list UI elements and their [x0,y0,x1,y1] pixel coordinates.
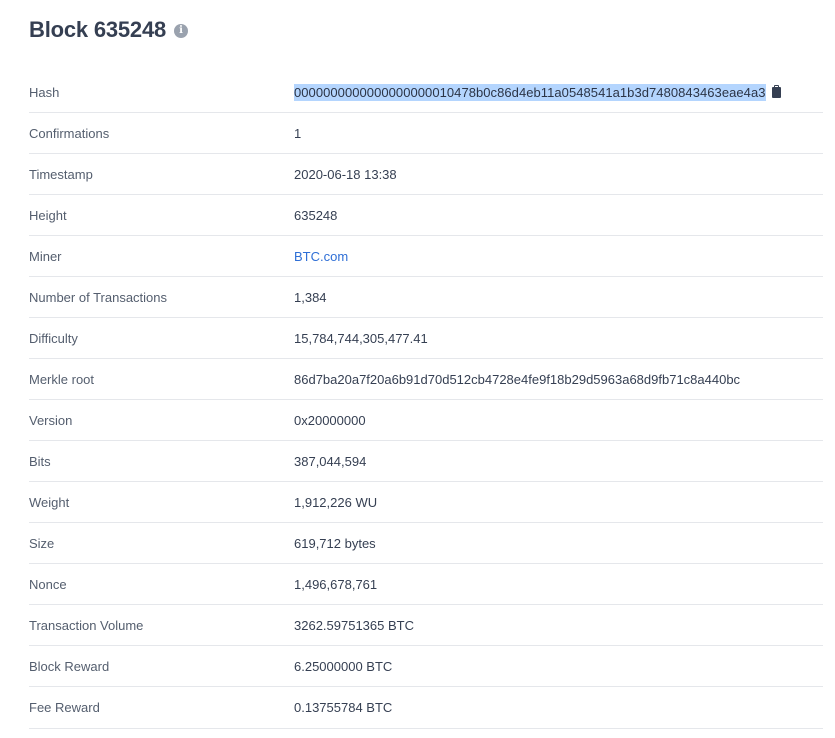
row-block-reward: Block Reward 6.25000000 BTC [29,646,823,687]
row-version: Version 0x20000000 [29,400,823,441]
bits-value: 387,044,594 [294,453,367,469]
nonce-value: 1,496,678,761 [294,576,378,592]
size-value: 619,712 bytes [294,535,376,551]
row-merkle-root: Merkle root 86d7ba20a7f20a6b91d70d512cb4… [29,359,823,400]
clipboard-icon[interactable] [771,84,781,98]
version-value: 0x20000000 [294,412,366,428]
page-title: Block 635248 [29,17,167,42]
difficulty-value: 15,784,744,305,477.41 [294,330,428,346]
row-difficulty: Difficulty 15,784,744,305,477.41 [29,318,823,359]
row-timestamp: Timestamp 2020-06-18 13:38 [29,154,823,195]
row-hash: Hash 0000000000000000000010478b0c86d4eb1… [29,72,823,113]
confirmations-value: 1 [294,125,302,141]
row-bits: Bits 387,044,594 [29,441,823,482]
bits-label: Bits [29,453,51,469]
block-reward-value: 6.25000000 BTC [294,658,393,674]
row-miner: Miner BTC.com [29,236,823,277]
version-label: Version [29,412,73,428]
weight-label: Weight [29,494,70,510]
row-transaction-volume: Transaction Volume 3262.59751365 BTC [29,605,823,646]
row-confirmations: Confirmations 1 [29,113,823,154]
confirmations-label: Confirmations [29,125,110,141]
row-weight: Weight 1,912,226 WU [29,482,823,523]
height-label: Height [29,207,67,223]
number-of-transactions-value: 1,384 [294,289,327,305]
transaction-volume-label: Transaction Volume [29,617,144,633]
hash-value-cell: 0000000000000000000010478b0c86d4eb11a054… [294,83,781,101]
hash-value[interactable]: 0000000000000000000010478b0c86d4eb11a054… [294,83,766,101]
transaction-volume-value: 3262.59751365 BTC [294,617,414,633]
row-height: Height 635248 [29,195,823,236]
info-icon[interactable]: i [174,23,189,38]
miner-link[interactable]: BTC.com [294,249,348,264]
block-details-table: Hash 0000000000000000000010478b0c86d4eb1… [29,72,823,729]
fee-reward-value: 0.13755784 BTC [294,700,393,715]
size-label: Size [29,535,55,551]
page-header: Block 635248 i [29,15,189,45]
height-value: 635248 [294,207,338,223]
block-reward-label: Block Reward [29,658,110,674]
row-fee-reward: Fee Reward 0.13755784 BTC [29,687,823,729]
row-nonce: Nonce 1,496,678,761 [29,564,823,605]
nonce-label: Nonce [29,576,67,592]
merkle-root-value: 86d7ba20a7f20a6b91d70d512cb4728e4fe9f18b… [294,371,741,387]
row-size: Size 619,712 bytes [29,523,823,564]
hash-label: Hash [29,84,60,100]
miner-label: Miner [29,248,62,264]
row-number-of-transactions: Number of Transactions 1,384 [29,277,823,318]
miner-value-cell: BTC.com [294,249,348,264]
number-of-transactions-label: Number of Transactions [29,289,168,305]
difficulty-label: Difficulty [29,330,78,346]
fee-reward-label: Fee Reward [29,700,100,715]
timestamp-value: 2020-06-18 13:38 [294,166,397,182]
weight-value: 1,912,226 WU [294,494,378,510]
timestamp-label: Timestamp [29,166,93,182]
merkle-root-label: Merkle root [29,371,95,387]
